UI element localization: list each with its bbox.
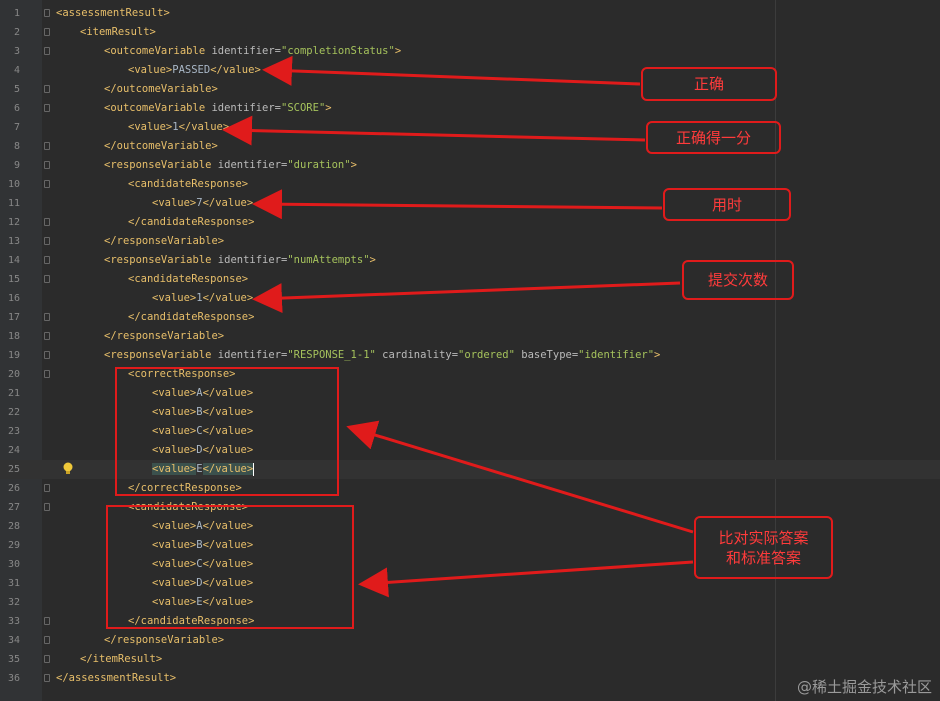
arrow-compare-candidate	[358, 560, 694, 598]
label-compare-line1: 比对实际答案	[718, 528, 809, 547]
arrow-attempts	[252, 281, 681, 314]
arrow-compare-correct	[346, 420, 694, 534]
label-duration: 用时	[663, 188, 791, 221]
arrow-duration	[252, 189, 663, 220]
arrow-correct	[262, 55, 641, 86]
label-score: 正确得一分	[646, 121, 781, 154]
label-attempts: 提交次数	[682, 260, 794, 300]
label-compare-line2: 和标准答案	[725, 548, 801, 567]
label-compare: 比对实际答案 和标准答案	[694, 516, 833, 579]
annotation-arrows	[222, 55, 694, 598]
watermark: @稀土掘金技术社区	[796, 678, 932, 696]
label-correct: 正确	[641, 67, 777, 101]
arrow-score	[222, 115, 646, 146]
